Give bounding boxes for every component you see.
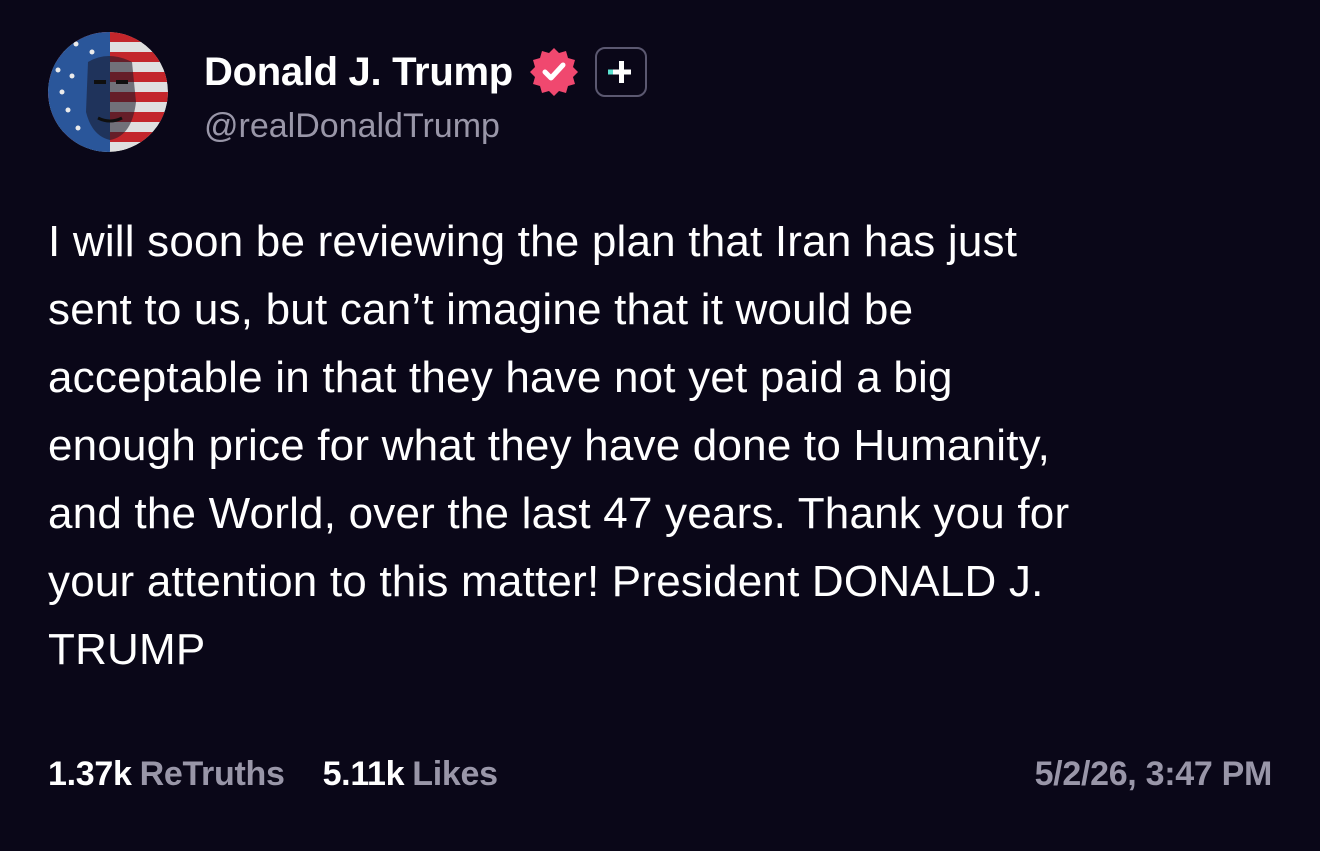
retruths-count: 1.37k: [48, 754, 132, 793]
likes-label: Likes: [412, 754, 498, 793]
post-footer: 1.37k ReTruths 5.11k Likes 5/2/26, 3:47 …: [48, 748, 1272, 800]
post-body-line: and the World, over the last 47 years. T…: [48, 489, 1070, 538]
likes-stat[interactable]: 5.11k Likes: [323, 755, 498, 794]
post-body-line: I will soon be reviewing the plan that I…: [48, 217, 1018, 266]
author-handle[interactable]: @realDonaldTrump: [204, 106, 647, 146]
author-name-row: Donald J. Trump: [204, 44, 647, 100]
verified-badge-icon: [527, 45, 581, 99]
likes-count: 5.11k: [322, 754, 405, 793]
post-body-line: acceptable in that they have not yet pai…: [48, 353, 953, 402]
truth-plus-icon: [594, 47, 647, 97]
author-display-name[interactable]: Donald J. Trump: [204, 44, 513, 100]
author-avatar[interactable]: [48, 32, 168, 152]
post-body-line: TRUMP: [48, 625, 206, 674]
post-body: I will soon be reviewing the plan that I…: [48, 208, 1278, 684]
avatar-flag-portrait-icon: [48, 32, 168, 152]
author-info: Donald J. Trump @realDonaldTrump: [204, 44, 647, 164]
post-body-line: your attention to this matter! President…: [48, 557, 1044, 606]
post-timestamp[interactable]: 5/2/26, 3:47 PM: [1035, 755, 1273, 794]
retruths-label: ReTruths: [139, 754, 285, 793]
post-body-line: enough price for what they have done to …: [48, 421, 1051, 470]
post-body-line: sent to us, but can’t imagine that it wo…: [48, 285, 914, 334]
truth-post: Donald J. Trump @realDonaldTrump I will …: [0, 0, 1320, 851]
retruths-stat[interactable]: 1.37k ReTruths: [48, 755, 285, 794]
